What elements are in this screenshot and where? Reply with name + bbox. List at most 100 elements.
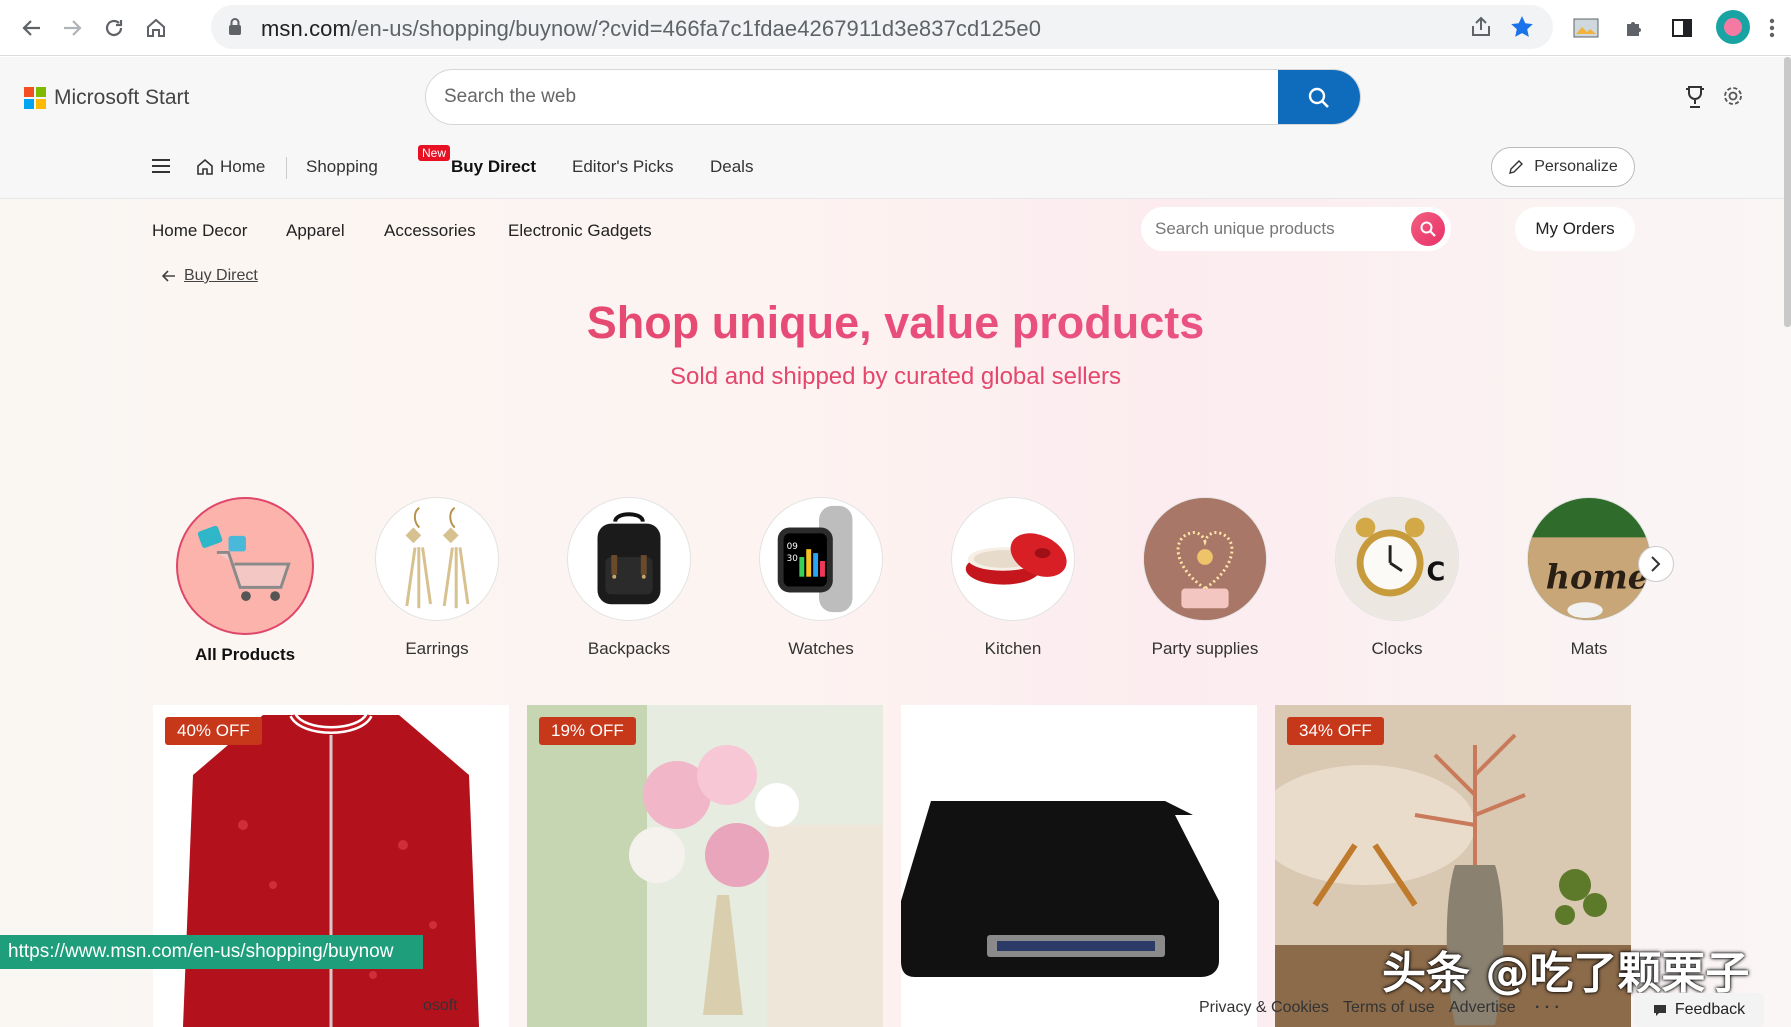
category-apparel[interactable]: Apparel (286, 221, 345, 241)
back-link-label: Buy Direct (184, 267, 258, 284)
svg-text:home: home (1546, 558, 1649, 597)
product-image (153, 705, 509, 1027)
lock-icon[interactable] (227, 17, 243, 42)
nav-item-deals[interactable]: Deals (710, 157, 753, 177)
circle-category-kitchen[interactable]: Kitchen (928, 497, 1098, 659)
address-url[interactable]: msn.com/en-us/shopping/buynow/?cvid=466f… (261, 16, 1041, 42)
doormat-icon: home (1527, 497, 1651, 621)
category-accessories[interactable]: Accessories (384, 221, 476, 241)
feedback-label: Feedback (1674, 1001, 1746, 1018)
discount-badge: 34% OFF (1287, 717, 1384, 745)
heart-lights-icon (1143, 497, 1267, 621)
feedback-icon (1653, 1005, 1666, 1016)
bookmark-star-icon[interactable] (1509, 14, 1535, 45)
nav-home-label: Home (220, 157, 266, 176)
watch-icon: 09 30 (759, 497, 883, 621)
extension-image-icon[interactable] (1570, 12, 1602, 44)
pencil-icon (1509, 160, 1524, 174)
page-scrollbar[interactable] (1784, 57, 1791, 327)
left-arrow-icon (162, 270, 175, 282)
nav-item-buy-direct[interactable]: Buy Direct (451, 157, 536, 177)
product-card[interactable] (901, 705, 1257, 1027)
nav-item-shopping[interactable]: Shopping (306, 157, 378, 177)
discount-badge: 19% OFF (539, 717, 636, 745)
new-badge: New (418, 145, 451, 161)
carousel-next-chevron-icon[interactable] (1638, 546, 1674, 582)
hero-subtitle: Sold and shipped by curated global selle… (670, 363, 1121, 390)
footer-copyright-fragment: osoft (423, 997, 458, 1014)
circle-category-all-products[interactable]: All Products (160, 497, 330, 665)
pot-icon (951, 497, 1075, 621)
product-image (901, 705, 1257, 1027)
reload-icon[interactable] (96, 10, 132, 46)
backpack-icon (567, 497, 691, 621)
circle-category-label: Party supplies (1151, 639, 1259, 658)
footer-terms-link[interactable]: Terms of use (1343, 999, 1435, 1017)
circle-category-earrings[interactable]: Earrings (352, 497, 522, 659)
side-panel-icon[interactable] (1666, 12, 1698, 44)
nav-divider (286, 157, 287, 179)
svg-text:30: 30 (787, 554, 799, 564)
nav-item-editors-picks[interactable]: Editor's Picks (572, 157, 674, 177)
more-menu-icon[interactable] (1762, 12, 1782, 44)
circle-category-label: Watches (788, 639, 854, 658)
alarm-clock-icon: C (1335, 497, 1459, 621)
my-orders-button[interactable]: My Orders (1515, 207, 1635, 251)
home-icon[interactable] (138, 10, 174, 46)
shopping-cart-icon (176, 497, 314, 635)
search-icon (1420, 221, 1436, 237)
circle-category-backpacks[interactable]: Backpacks (544, 497, 714, 659)
footer-privacy-link[interactable]: Privacy & Cookies (1199, 999, 1329, 1017)
microsoft-start-logo[interactable]: Microsoft Start (24, 86, 189, 110)
share-icon[interactable] (1469, 15, 1493, 44)
home-outline-icon (197, 158, 213, 175)
rewards-trophy-icon[interactable] (1684, 85, 1706, 114)
product-search-box (1141, 207, 1451, 251)
feedback-button[interactable]: Feedback (1634, 993, 1764, 1027)
web-search-input[interactable] (444, 70, 1224, 124)
circle-category-label: Mats (1570, 639, 1608, 658)
personalize-label: Personalize (1534, 158, 1618, 175)
circle-category-clocks[interactable]: C Clocks (1312, 497, 1482, 659)
category-electronic-gadgets[interactable]: Electronic Gadgets (508, 221, 652, 241)
circle-category-label: All Products (194, 645, 296, 664)
category-home-decor[interactable]: Home Decor (152, 221, 247, 241)
footer-advertise-link[interactable]: Advertise (1449, 999, 1516, 1017)
discount-badge: 40% OFF (165, 717, 262, 745)
product-card[interactable]: 19% OFF (527, 705, 883, 1027)
hero-title: Shop unique, value products (0, 297, 1791, 349)
address-bar[interactable]: msn.com/en-us/shopping/buynow/?cvid=466f… (211, 5, 1553, 49)
product-card[interactable]: 40% OFF (153, 705, 509, 1027)
watermark: 头条 @吃了颗栗子 (1382, 948, 1750, 999)
personalize-button[interactable]: Personalize (1491, 147, 1635, 187)
search-icon (1308, 87, 1329, 108)
back-arrow-icon[interactable] (14, 10, 50, 46)
nav-item-home[interactable]: Home (196, 157, 265, 177)
back-link[interactable]: Buy Direct (162, 267, 258, 285)
web-search-button[interactable] (1278, 70, 1360, 124)
earrings-icon (375, 497, 499, 621)
circle-category-party-supplies[interactable]: Party supplies (1120, 497, 1290, 659)
web-search-box (425, 69, 1361, 125)
product-search-input[interactable] (1155, 207, 1395, 251)
circle-category-label: Earrings (405, 639, 469, 658)
msn-header: Microsoft Start Home Shopping New (0, 57, 1791, 199)
extensions-puzzle-icon[interactable] (1618, 12, 1650, 44)
profile-avatar[interactable] (1716, 10, 1750, 44)
settings-gear-icon[interactable] (1722, 85, 1744, 112)
svg-text:C: C (1427, 558, 1446, 588)
svg-text:09: 09 (787, 542, 798, 552)
circle-category-label: Clocks (1371, 639, 1423, 658)
page-content: Microsoft Start Home Shopping New (0, 57, 1791, 1027)
circle-category-label: Backpacks (587, 639, 671, 658)
brand-name: Microsoft Start (54, 86, 190, 109)
hamburger-menu-icon[interactable] (150, 157, 172, 180)
product-image (527, 705, 883, 1027)
footer-more-icon[interactable]: · · · (1535, 999, 1560, 1017)
circle-category-watches[interactable]: 09 30 Watches (736, 497, 906, 659)
forward-arrow-icon[interactable] (54, 10, 90, 46)
browser-toolbar: msn.com/en-us/shopping/buynow/?cvid=466f… (0, 0, 1791, 56)
status-bar-url: https://www.msn.com/en-us/shopping/buyno… (0, 935, 423, 969)
product-search-button[interactable] (1411, 212, 1445, 246)
circle-category-label: Kitchen (984, 639, 1042, 658)
